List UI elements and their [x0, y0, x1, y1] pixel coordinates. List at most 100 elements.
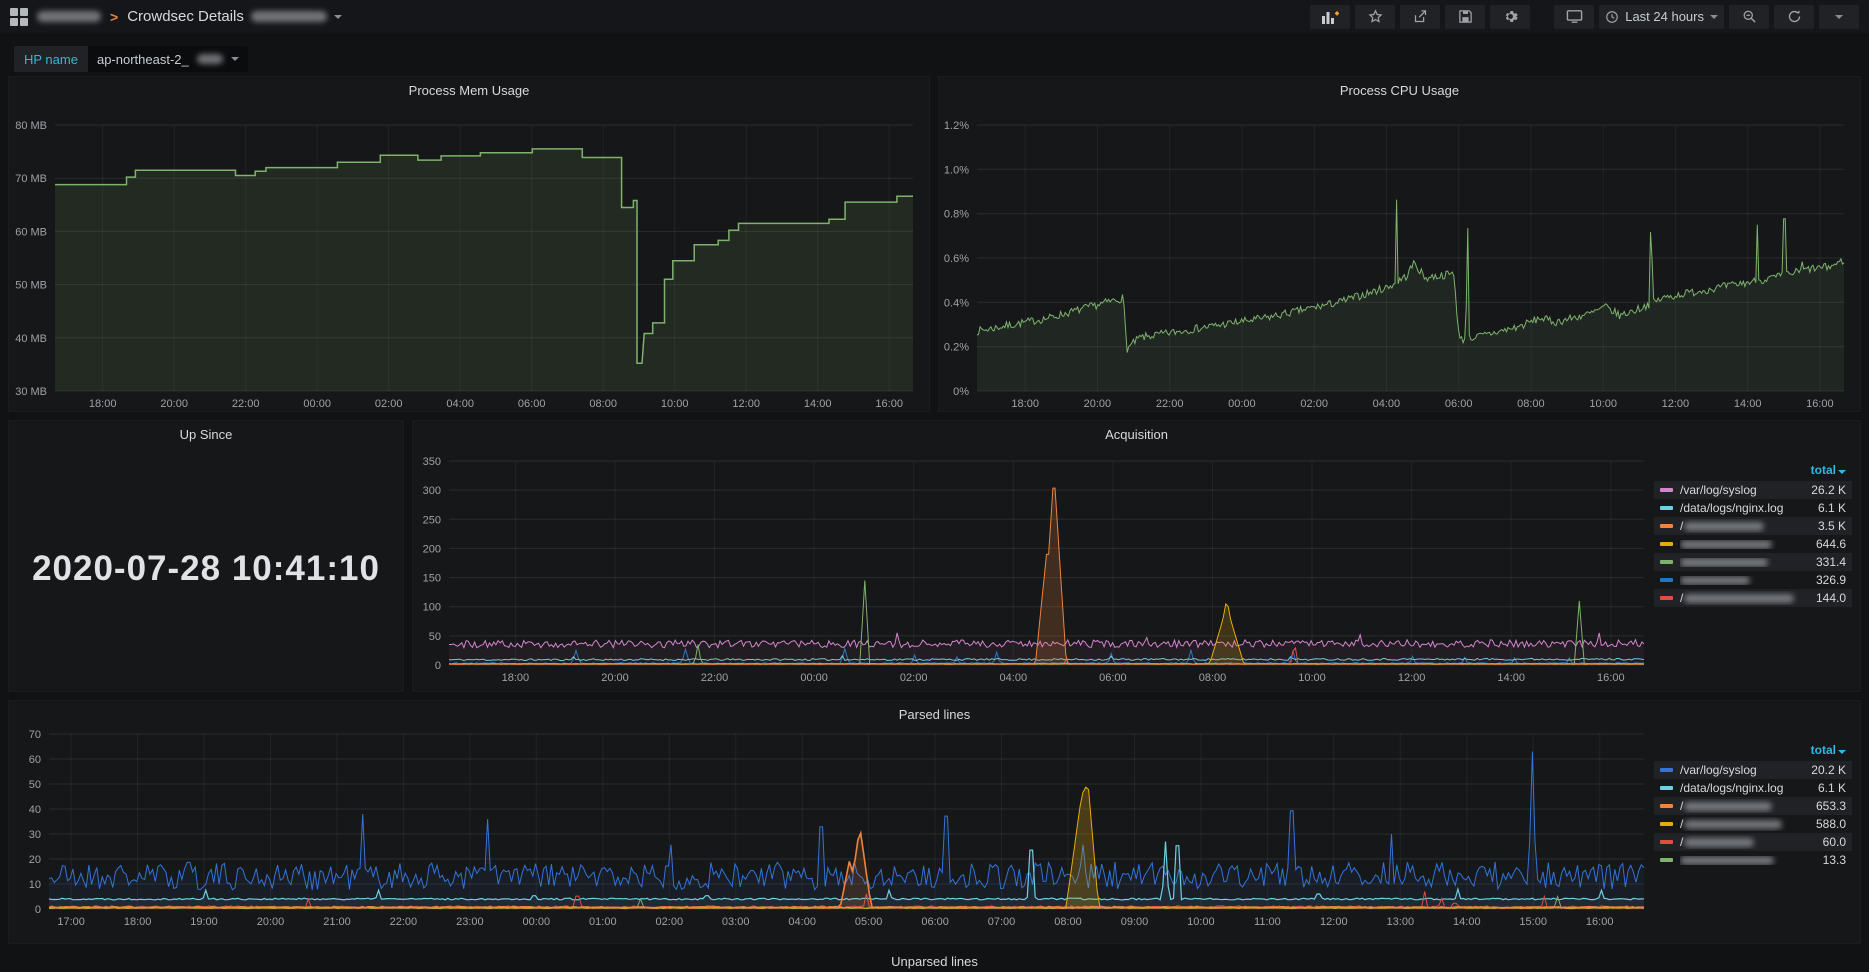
- series-color-swatch: [1660, 506, 1673, 510]
- acquisition-chart[interactable]: 18:0020:0022:0000:0002:0004:0006:0008:00…: [413, 447, 1654, 691]
- dashboard-title-dropdown[interactable]: Crowdsec Details: [127, 8, 342, 25]
- time-range-label: Last 24 hours: [1625, 9, 1704, 24]
- panel-title[interactable]: Up Since: [9, 421, 403, 447]
- variable-value-dropdown[interactable]: ap-northeast-2_: [88, 46, 248, 72]
- series-total-value: 644.6: [1808, 537, 1846, 551]
- refresh-button[interactable]: [1774, 5, 1814, 29]
- series-label: [1680, 558, 1808, 567]
- breadcrumb-separator: >: [110, 9, 118, 25]
- svg-text:14:00: 14:00: [1497, 672, 1525, 684]
- save-dashboard-button[interactable]: [1445, 5, 1485, 29]
- svg-text:00:00: 00:00: [303, 398, 331, 410]
- redacted-value-suffix: [197, 54, 223, 64]
- legend-row[interactable]: 13.3: [1654, 851, 1852, 869]
- svg-text:16:00: 16:00: [1586, 916, 1614, 928]
- parsed-lines-chart[interactable]: 17:0018:0019:0020:0021:0022:0023:0000:00…: [9, 727, 1654, 943]
- series-total-value: 144.0: [1808, 591, 1846, 605]
- svg-text:10:00: 10:00: [1298, 672, 1326, 684]
- series-total-value: 588.0: [1808, 817, 1846, 831]
- time-range-picker[interactable]: Last 24 hours: [1599, 5, 1724, 29]
- star-dashboard-button[interactable]: [1355, 5, 1395, 29]
- cycle-view-mode-button[interactable]: [1554, 5, 1594, 29]
- svg-text:07:00: 07:00: [988, 916, 1016, 928]
- legend-row[interactable]: /3.5 K: [1654, 517, 1852, 535]
- legend-row[interactable]: /var/log/syslog20.2 K: [1654, 761, 1852, 779]
- add-panel-button[interactable]: [1310, 5, 1350, 29]
- apps-grid-icon[interactable]: [10, 8, 28, 26]
- panel-title[interactable]: Process Mem Usage: [9, 77, 929, 103]
- svg-text:0.2%: 0.2%: [944, 342, 969, 354]
- svg-text:22:00: 22:00: [390, 916, 418, 928]
- panel-title[interactable]: Process CPU Usage: [939, 77, 1860, 103]
- series-label: /: [1680, 519, 1810, 533]
- svg-text:250: 250: [423, 514, 441, 526]
- legend-row[interactable]: 326.9: [1654, 571, 1852, 589]
- legend-sort-total[interactable]: total: [1654, 741, 1852, 761]
- refresh-icon: [1787, 9, 1802, 24]
- svg-text:30: 30: [29, 829, 41, 841]
- svg-text:10:00: 10:00: [1187, 916, 1215, 928]
- panel-process-mem-usage: Process Mem Usage 18:0020:0022:0000:0002…: [8, 76, 930, 412]
- svg-text:06:00: 06:00: [921, 916, 949, 928]
- panel-up-since: Up Since 2020-07-28 10:41:10: [8, 420, 404, 692]
- svg-text:70 MB: 70 MB: [15, 173, 47, 185]
- svg-text:20:00: 20:00: [601, 672, 629, 684]
- svg-text:22:00: 22:00: [701, 672, 729, 684]
- star-icon: [1368, 9, 1383, 24]
- panel-title[interactable]: Parsed lines: [9, 701, 1860, 727]
- template-variables-row: HP name ap-northeast-2_: [14, 46, 248, 72]
- svg-text:0.8%: 0.8%: [944, 209, 969, 221]
- dashboard-settings-button[interactable]: [1490, 5, 1530, 29]
- legend-row[interactable]: /653.3: [1654, 797, 1852, 815]
- series-label: /var/log/syslog: [1680, 483, 1803, 497]
- legend-row[interactable]: /data/logs/nginx.log6.1 K: [1654, 779, 1852, 797]
- legend-sort-total[interactable]: total: [1654, 461, 1852, 481]
- svg-text:100: 100: [423, 602, 441, 614]
- series-color-swatch: [1660, 840, 1673, 844]
- series-label: /data/logs/nginx.log: [1680, 501, 1810, 515]
- legend-row[interactable]: /60.0: [1654, 833, 1852, 851]
- svg-text:01:00: 01:00: [589, 916, 617, 928]
- grafana-dashboard: > Crowdsec Details: [0, 0, 1869, 972]
- legend-row[interactable]: /data/logs/nginx.log6.1 K: [1654, 499, 1852, 517]
- process-mem-usage-chart[interactable]: 18:0020:0022:0000:0002:0004:0006:0008:00…: [9, 103, 929, 411]
- svg-text:60 MB: 60 MB: [15, 226, 47, 238]
- svg-text:11:00: 11:00: [1254, 916, 1281, 928]
- svg-text:20:00: 20:00: [160, 398, 188, 410]
- legend-row[interactable]: 331.4: [1654, 553, 1852, 571]
- svg-text:200: 200: [423, 543, 441, 555]
- svg-text:20:00: 20:00: [257, 916, 285, 928]
- panel-title[interactable]: Acquisition: [413, 421, 1860, 447]
- legend-row[interactable]: /var/log/syslog26.2 K: [1654, 481, 1852, 499]
- refresh-interval-dropdown[interactable]: [1819, 5, 1859, 29]
- variable-value: ap-northeast-2_: [97, 52, 189, 67]
- legend-row[interactable]: 644.6: [1654, 535, 1852, 553]
- zoom-out-button[interactable]: [1729, 5, 1769, 29]
- svg-text:08:00: 08:00: [1054, 916, 1082, 928]
- svg-text:08:00: 08:00: [589, 398, 617, 410]
- panel-parsed-lines: Parsed lines 17:0018:0019:0020:0021:0022…: [8, 700, 1861, 944]
- svg-text:13:00: 13:00: [1387, 916, 1415, 928]
- legend-row[interactable]: /144.0: [1654, 589, 1852, 607]
- series-total-value: 20.2 K: [1803, 763, 1846, 777]
- share-icon: [1413, 9, 1428, 24]
- svg-text:03:00: 03:00: [722, 916, 750, 928]
- series-label: /: [1680, 835, 1815, 849]
- svg-text:05:00: 05:00: [855, 916, 883, 928]
- redacted-folder-name[interactable]: [37, 11, 101, 22]
- svg-text:150: 150: [423, 573, 441, 585]
- svg-text:19:00: 19:00: [190, 916, 218, 928]
- svg-text:40: 40: [29, 804, 41, 816]
- zoom-out-icon: [1742, 9, 1757, 24]
- share-dashboard-button[interactable]: [1400, 5, 1440, 29]
- panel-acquisition: Acquisition 18:0020:0022:0000:0002:0004:…: [412, 420, 1861, 692]
- svg-text:12:00: 12:00: [1320, 916, 1348, 928]
- process-cpu-usage-chart[interactable]: 18:0020:0022:0000:0002:0004:0006:0008:00…: [939, 103, 1860, 411]
- series-label: /data/logs/nginx.log: [1680, 781, 1810, 795]
- legend-row[interactable]: /588.0: [1654, 815, 1852, 833]
- panel-title[interactable]: Unparsed lines: [8, 948, 1861, 972]
- series-label: /: [1680, 817, 1808, 831]
- up-since-value: 2020-07-28 10:41:10: [9, 447, 403, 691]
- svg-text:12:00: 12:00: [1662, 398, 1690, 410]
- svg-text:350: 350: [423, 456, 441, 468]
